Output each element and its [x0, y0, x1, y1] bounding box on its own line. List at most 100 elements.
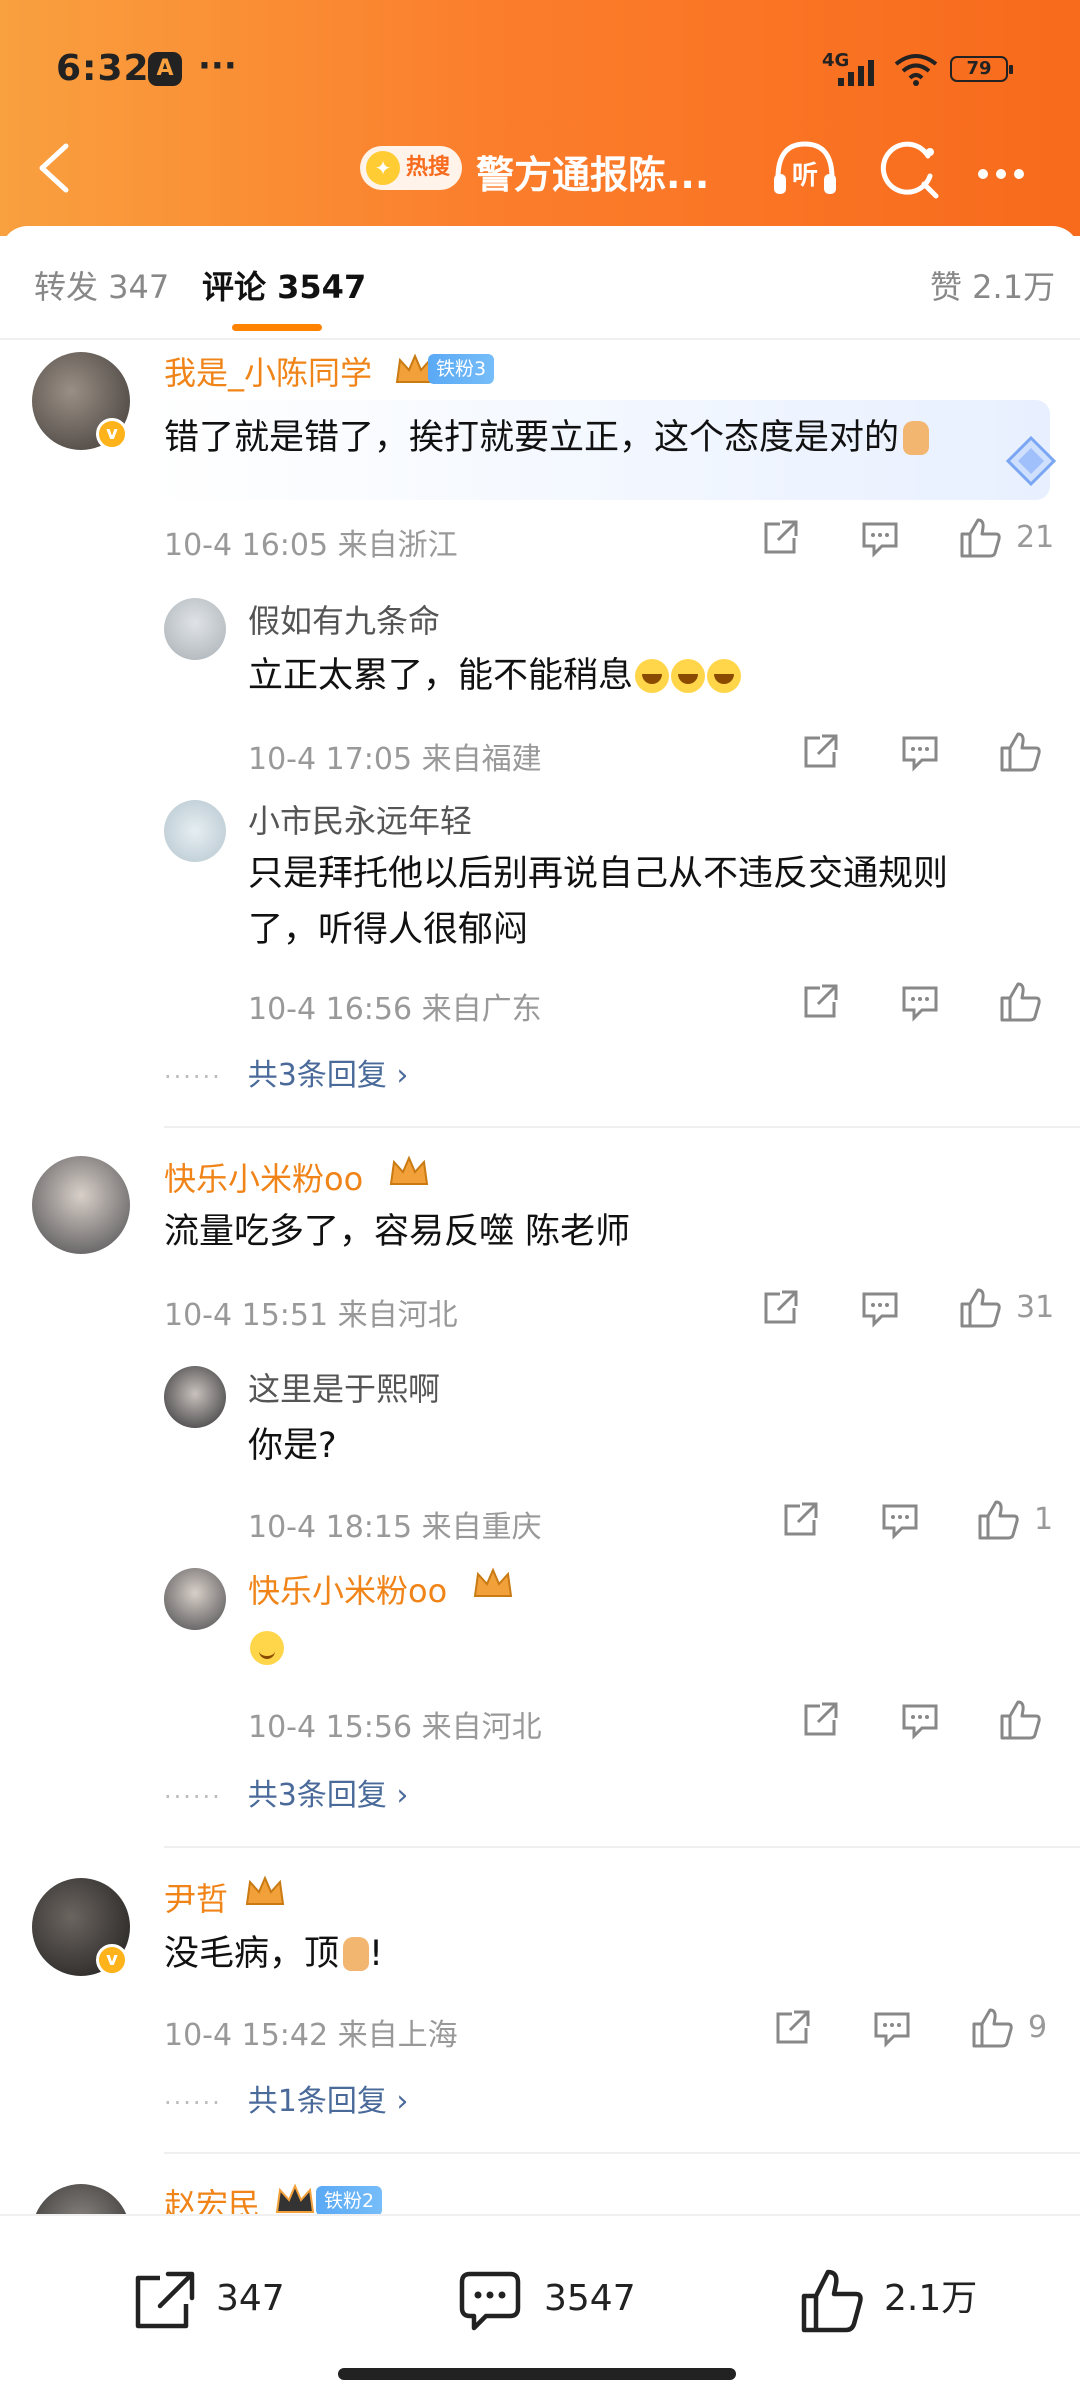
battery-icon: 79	[950, 56, 1013, 82]
share-icon[interactable]	[800, 982, 840, 1022]
comment-icon	[459, 2271, 521, 2331]
laugh-emoji	[635, 659, 670, 693]
comment-username[interactable]: 我是_小陈同学	[164, 348, 372, 394]
share-icon[interactable]	[800, 1700, 840, 1740]
bottom-like-button[interactable]: 2.1万	[798, 2264, 988, 2334]
reply-icon[interactable]	[900, 1700, 940, 1740]
wifi-icon	[894, 54, 938, 86]
signal-icon	[838, 60, 874, 86]
crown-icon	[275, 2183, 315, 2213]
reply-icon[interactable]	[860, 518, 900, 558]
reply-icon[interactable]	[880, 1500, 920, 1540]
reply-avatar[interactable]	[164, 1568, 226, 1630]
listen-label: 听	[792, 161, 818, 191]
comment-divider	[164, 1846, 1080, 1848]
smile-emoji	[250, 1631, 284, 1665]
bottom-comment-button[interactable]: 3547	[456, 2264, 656, 2334]
reply-meta: 10-4 17:05 来自福建	[248, 742, 542, 777]
comment-text: 流量吃多了，容易反噬 陈老师	[164, 1212, 631, 1252]
repost-icon	[135, 2271, 195, 2329]
like-icon[interactable]	[976, 1498, 1020, 1542]
flame-icon: ✦	[366, 151, 400, 185]
back-icon[interactable]	[30, 140, 80, 196]
page-title: 警方通报陈...	[476, 153, 710, 197]
comment-divider	[164, 1126, 1080, 1128]
crown-icon	[389, 1155, 429, 1185]
like-count: 31	[1016, 1290, 1055, 1325]
fan-badge: 铁粉3	[428, 354, 495, 384]
diamond-icon	[1005, 435, 1057, 487]
reply-meta: 10-4 16:56 来自广东	[248, 992, 542, 1027]
bottom-repost-count: 347	[216, 2278, 285, 2319]
laugh-emoji	[707, 659, 742, 693]
comment-username[interactable]: 快乐小米粉oo	[164, 1154, 363, 1200]
reply-username[interactable]: 这里是于熙啊	[248, 1364, 440, 1410]
more-icon[interactable]	[978, 164, 1032, 183]
reply-username[interactable]: 小市民永远年轻	[248, 796, 472, 842]
reply-avatar[interactable]	[164, 598, 226, 660]
share-icon[interactable]	[772, 2008, 812, 2048]
like-icon[interactable]	[958, 516, 1002, 560]
reply-icon[interactable]	[900, 982, 940, 1022]
hot-search-badge[interactable]: ✦ 热搜	[360, 146, 463, 190]
status-more-dots: ···	[198, 46, 237, 86]
laugh-emoji	[671, 659, 706, 693]
tab-like[interactable]: 赞 2.1万	[930, 262, 1055, 308]
fan-badge: 铁粉2	[316, 2186, 383, 2216]
listen-icon[interactable]: 听	[770, 138, 840, 198]
comments-panel: 转发 347 评论 3547 赞 2.1万	[0, 226, 1080, 2400]
like-icon[interactable]	[998, 980, 1042, 1024]
like-icon[interactable]	[998, 1698, 1042, 1742]
share-icon[interactable]	[760, 1288, 800, 1328]
like-icon[interactable]	[970, 2006, 1014, 2050]
reply-avatar[interactable]	[164, 800, 226, 862]
tab-divider	[0, 338, 1080, 340]
reply-icon[interactable]	[900, 732, 940, 772]
bottom-comment-count: 3547	[544, 2278, 636, 2319]
more-replies-link[interactable]: ······ 共1条回复 ›	[164, 2076, 408, 2120]
bottom-like-count: 2.1万	[884, 2278, 978, 2319]
reply-text: 你是?	[248, 1426, 337, 1466]
comment-text: 没毛病，顶!	[164, 1934, 384, 1974]
crown-icon	[473, 1567, 513, 1597]
reply-text: 立正太累了，能不能稍息	[248, 648, 742, 704]
comment-meta: 10-4 15:51 来自河北	[164, 1298, 458, 1333]
like-count: 9	[1028, 2010, 1048, 2045]
reply-username[interactable]: 假如有九条命	[248, 596, 440, 642]
thumbs-up-emoji	[343, 1937, 370, 1971]
reply-text-line2: 了，听得人很郁闷	[248, 910, 529, 950]
like-icon[interactable]	[998, 730, 1042, 774]
bottom-repost-button[interactable]: 347	[130, 2264, 290, 2334]
tab-comment[interactable]: 评论 3547	[202, 262, 366, 308]
share-icon[interactable]	[780, 1500, 820, 1540]
share-icon[interactable]	[760, 518, 800, 558]
reply-meta: 10-4 15:56 来自河北	[248, 1710, 542, 1745]
comment-divider	[164, 2152, 1080, 2154]
reply-meta: 10-4 18:15 来自重庆	[248, 1510, 542, 1545]
comment-text: 错了就是错了，挨打就要立正，这个态度是对的	[164, 410, 930, 466]
comment-username[interactable]: 尹哲	[164, 1874, 228, 1920]
like-icon[interactable]	[958, 1286, 1002, 1330]
status-time: 6:32	[56, 48, 150, 89]
avatar[interactable]	[32, 1156, 130, 1254]
reply-text-line1: 只是拜托他以后别再说自己从不违反交通规则	[248, 854, 949, 894]
home-indicator[interactable]	[338, 2368, 736, 2380]
status-bar: 6:32 A ··· 4G 79	[0, 46, 1080, 98]
reply-icon[interactable]	[860, 1288, 900, 1328]
search-icon[interactable]	[878, 138, 942, 202]
more-replies-link[interactable]: ······ 共3条回复 ›	[164, 1770, 408, 1814]
comment-meta: 10-4 16:05 来自浙江	[164, 528, 458, 563]
tab-bar: 转发 347 评论 3547 赞 2.1万	[0, 262, 1080, 322]
verified-icon: v	[96, 418, 128, 450]
tab-repost[interactable]: 转发 347	[34, 262, 169, 308]
reply-username[interactable]: 快乐小米粉oo	[248, 1566, 447, 1612]
share-icon[interactable]	[800, 732, 840, 772]
reply-avatar[interactable]	[164, 1366, 226, 1428]
hot-badge-label: 热搜	[406, 155, 451, 180]
reply-icon[interactable]	[872, 2008, 912, 2048]
app-notification-icon: A	[148, 52, 182, 86]
like-count: 21	[1016, 520, 1055, 555]
active-tab-indicator	[232, 324, 322, 331]
more-replies-link[interactable]: ······ 共3条回复 ›	[164, 1050, 408, 1094]
reply-text	[248, 1620, 284, 1676]
